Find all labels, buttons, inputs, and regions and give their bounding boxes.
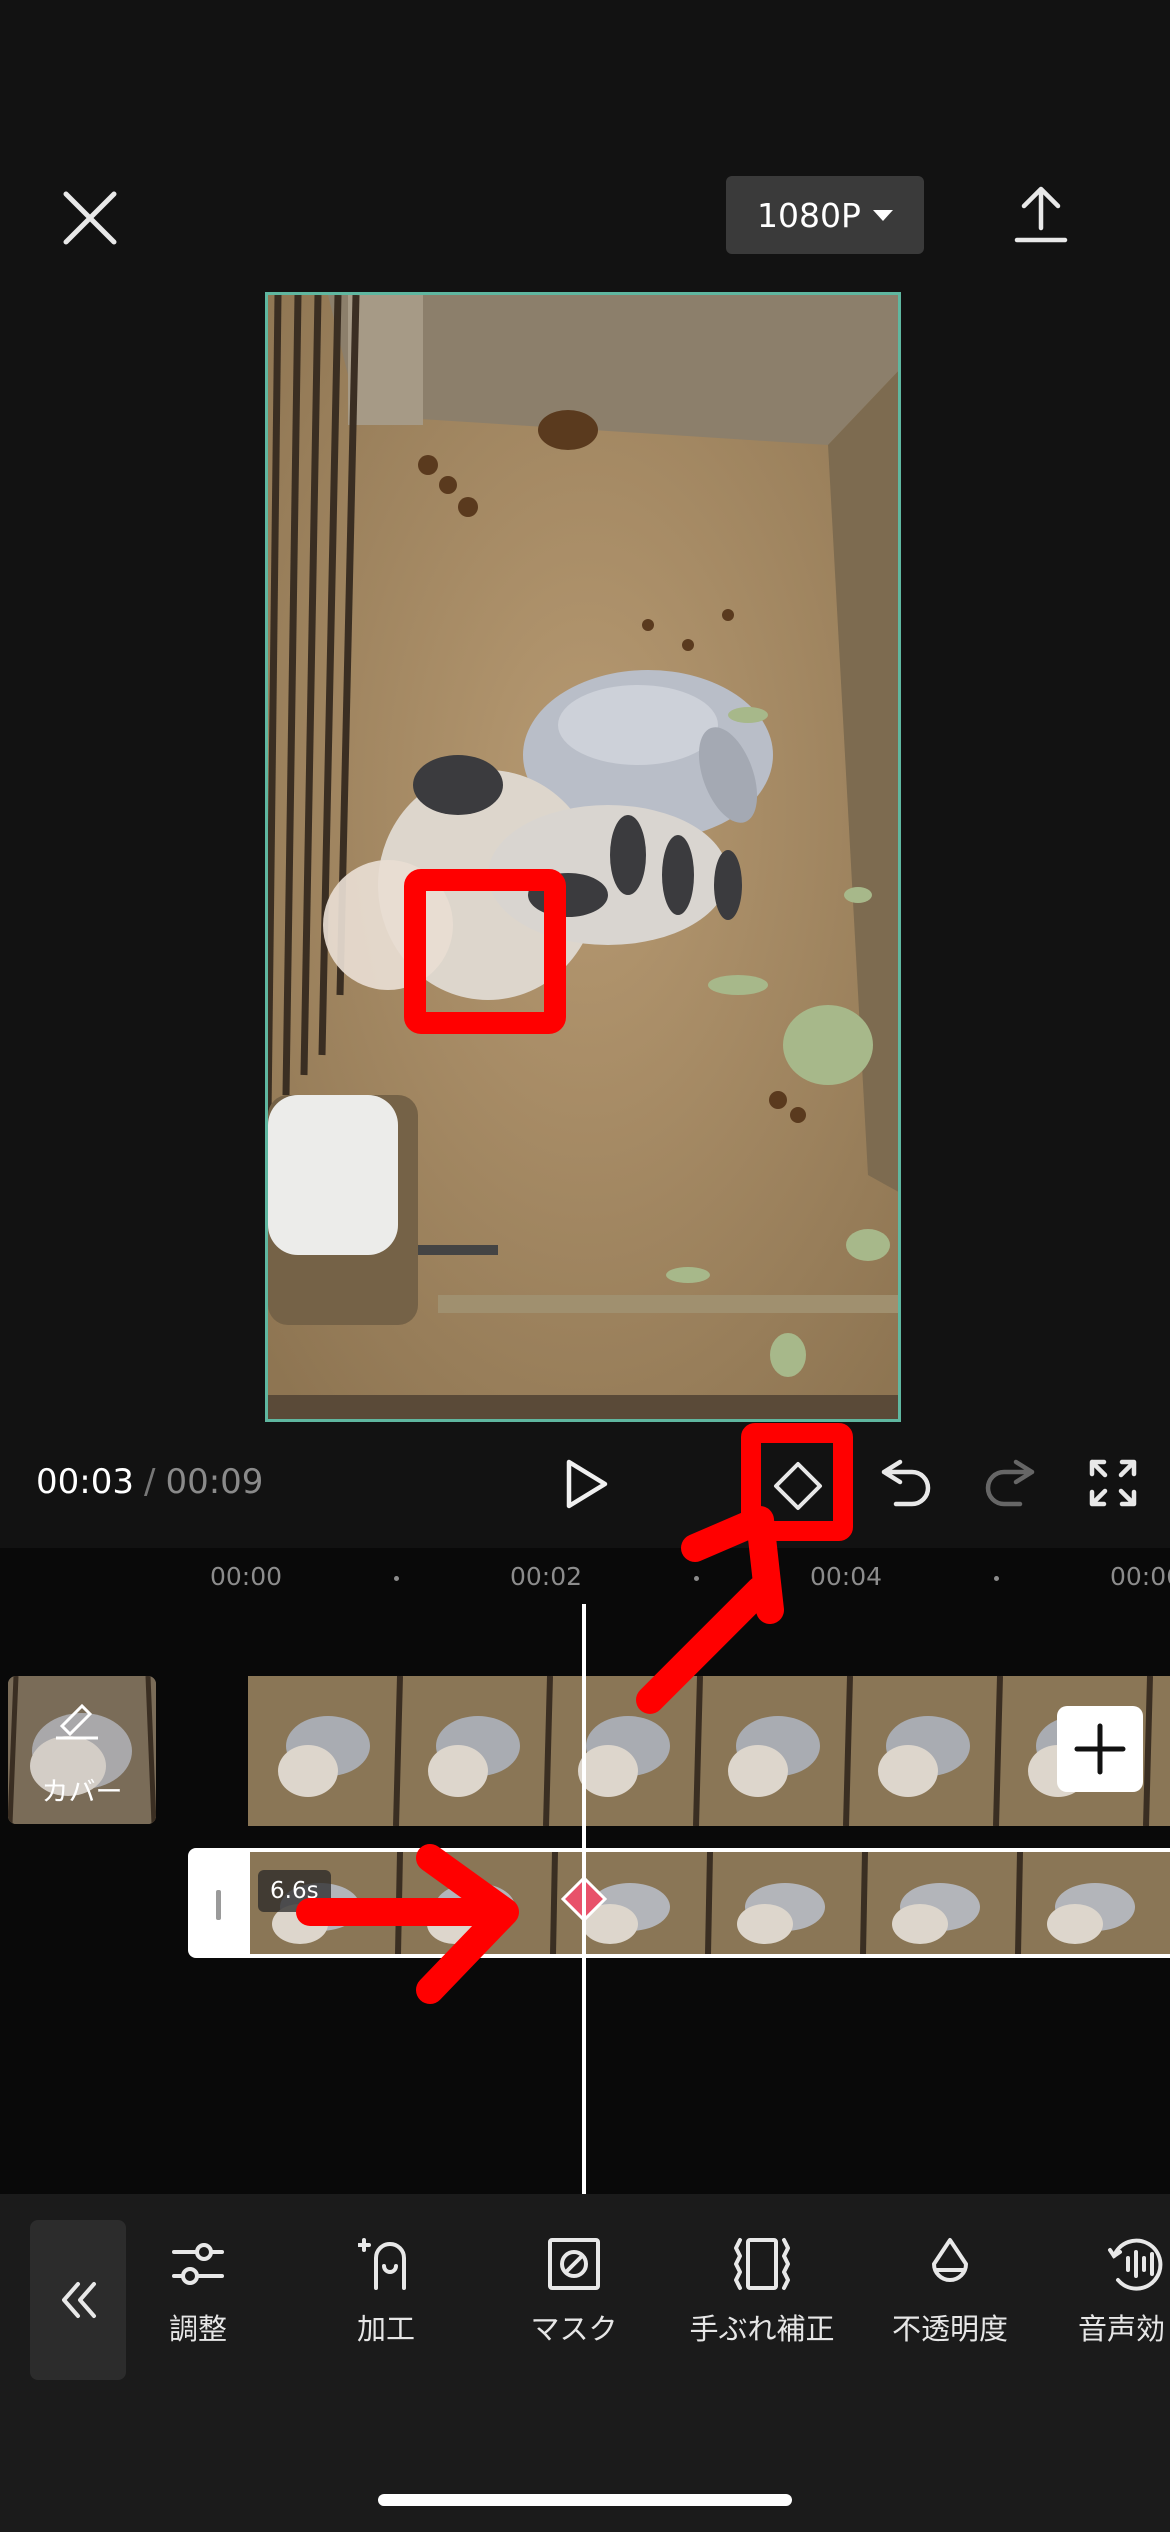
voice-effect-icon [1108,2238,1163,2291]
tool-adjust[interactable]: 調整 [108,2236,288,2348]
close-icon[interactable] [60,188,120,248]
tool-retouch[interactable]: 加工 [296,2236,476,2348]
tool-label: 音声効 [1078,2312,1166,2346]
stabilize-icon [734,2238,790,2290]
chevron-down-icon [872,209,893,221]
video-frame-image [268,295,898,1419]
tool-label: 加工 [356,2312,415,2346]
tool-mask[interactable]: マスク [484,2236,664,2348]
tool-label: マスク [530,2312,618,2346]
export-icon[interactable] [1012,184,1070,246]
home-indicator[interactable] [378,2494,792,2506]
annotation-overlay [296,1423,853,2004]
tool-opacity[interactable]: 不透明度 [860,2236,1040,2348]
resolution-dropdown[interactable]: 1080P [726,176,924,254]
sliders-icon [172,2243,224,2285]
tool-label: 不透明度 [891,2312,1008,2346]
mask-icon [548,2238,600,2290]
tool-label: 調整 [168,2312,227,2346]
opacity-icon [932,2238,968,2282]
tool-stabilize[interactable]: 手ぶれ補正 [672,2236,852,2348]
tool-voice-effect[interactable]: 音声効 [1048,2236,1170,2348]
resolution-label: 1080P [757,195,861,235]
video-preview[interactable] [265,292,901,1422]
retouch-icon [358,2238,406,2290]
tool-label: 手ぶれ補正 [689,2312,835,2346]
